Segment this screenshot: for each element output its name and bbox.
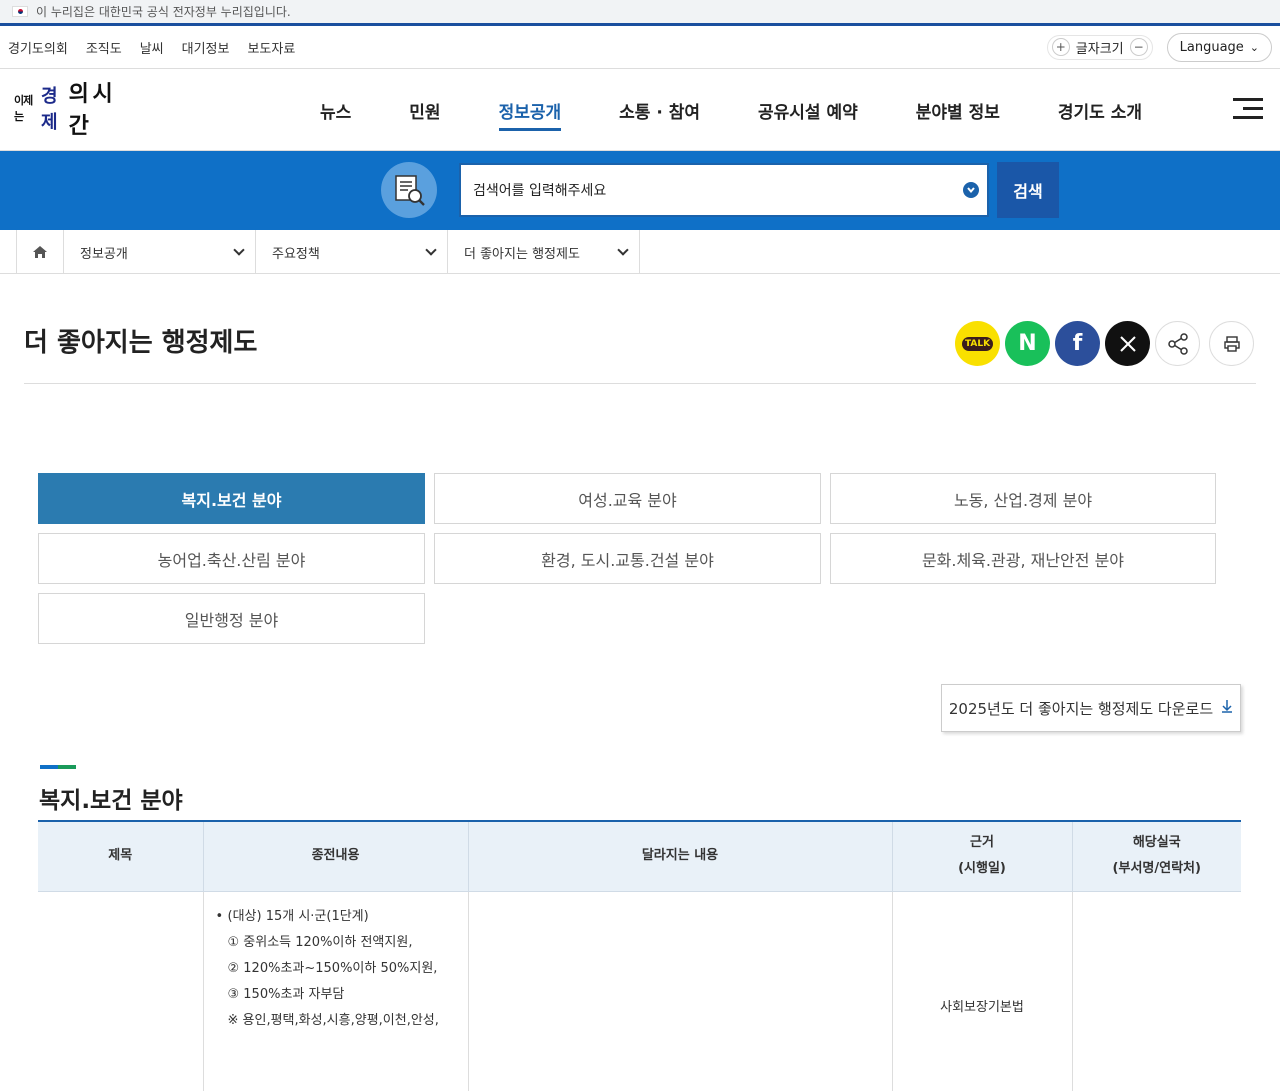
search-input[interactable]: 검색어를 입력해주세요 [459, 163, 989, 217]
search-chevron-icon[interactable] [963, 182, 979, 198]
menu-icon[interactable] [1233, 98, 1263, 120]
section-title: 복지.보건 분야 [39, 788, 183, 814]
nav-civil[interactable]: 민원 [409, 90, 440, 131]
util-link-weather[interactable]: 날씨 [140, 38, 164, 57]
cell-changes [468, 891, 893, 1091]
cell-department [1072, 891, 1241, 1091]
table-header-row: 제목 종전내용 달라지는 내용 근거 (시행일) 해당실국 (부서명/연락처) [38, 821, 1241, 892]
policy-table: 제목 종전내용 달라지는 내용 근거 (시행일) 해당실국 (부서명/연락처) … [38, 820, 1241, 1091]
cell-previous: (대상) 15개 시·군(1단계) ① 중위소득 120%이하 전액지원, ② … [203, 891, 469, 1091]
download-icon [1221, 699, 1233, 717]
download-label: 2025년도 더 좋아지는 행정제도 다운로드 [948, 699, 1214, 718]
util-link-org-chart[interactable]: 조직도 [86, 38, 122, 57]
facebook-share-icon[interactable]: f [1055, 321, 1100, 366]
tab-labor-economy[interactable]: 노동, 산업.경제 분야 [830, 473, 1216, 524]
prev-line: ② 120%초과~150%이하 50%지원, [227, 960, 438, 976]
title-divider [24, 383, 1256, 384]
font-size-label: 글자크기 [1075, 41, 1124, 57]
site-logo[interactable]: 이제는 경제 의 시간 [14, 79, 126, 139]
chevron-down-icon [233, 244, 245, 256]
nav-about-gyeonggi[interactable]: 경기도 소개 [1058, 90, 1142, 131]
naver-share-icon[interactable]: N [1005, 321, 1050, 366]
prev-line: (대상) 15개 시·군(1단계) [216, 904, 458, 930]
download-button[interactable]: 2025년도 더 좋아지는 행정제도 다운로드 [941, 684, 1241, 732]
col-header-dept-line1: 해당실국 [1132, 835, 1181, 851]
print-icon[interactable] [1209, 321, 1254, 366]
kakaotalk-share-icon[interactable]: TALK [955, 321, 1000, 366]
gov-banner: 이 누리집은 대한민국 공식 전자정부 누리집입니다. [0, 0, 1280, 26]
document-search-icon [381, 162, 437, 218]
col-header-department: 해당실국 (부서명/연락처) [1072, 821, 1241, 892]
breadcrumb-item-info[interactable]: 정보공개 [64, 230, 256, 274]
prev-line: ① 중위소득 120%이하 전액지원, [227, 934, 413, 950]
util-link-council[interactable]: 경기도의회 [8, 38, 68, 57]
breadcrumb-label: 더 좋아지는 행정제도 [464, 246, 580, 262]
tab-agriculture[interactable]: 농어업.축산.산림 분야 [38, 533, 425, 584]
col-header-changes: 달라지는 내용 [468, 821, 893, 892]
search-button[interactable]: 검색 [997, 162, 1059, 218]
chevron-down-icon [425, 244, 437, 256]
nav-field-info[interactable]: 분야별 정보 [916, 90, 1000, 131]
site-header: 이제는 경제 의 시간 뉴스 민원 정보공개 소통 · 참여 공유시설 예약 분… [0, 69, 1280, 151]
nav-news[interactable]: 뉴스 [320, 90, 351, 131]
search-band: 검색어를 입력해주세요 검색 [0, 151, 1280, 230]
tab-environment-urban[interactable]: 환경, 도시.교통.건설 분야 [434, 533, 821, 584]
cell-title [38, 891, 204, 1091]
home-icon[interactable] [16, 230, 64, 274]
col-header-previous: 종전내용 [203, 821, 469, 892]
nav-communication[interactable]: 소통 · 참여 [619, 90, 700, 131]
search-placeholder: 검색어를 입력해주세요 [473, 183, 607, 199]
chevron-down-icon: ⌄ [1249, 40, 1259, 54]
language-button[interactable]: Language ⌄ [1166, 32, 1272, 62]
breadcrumb-label: 주요정책 [272, 246, 320, 262]
cell-basis: 사회보장기본법 [892, 891, 1073, 1091]
breadcrumb-label: 정보공개 [80, 246, 128, 262]
x-share-icon[interactable] [1105, 321, 1150, 366]
logo-text-3: 의 시간 [68, 82, 113, 139]
breadcrumb-item-admin[interactable]: 더 좋아지는 행정제도 [448, 230, 640, 274]
prev-line: ※ 용인,평택,화성,시흥,양평,이천,안성, [227, 1012, 439, 1028]
logo-text-2: 경제 [41, 86, 58, 133]
tab-women-education[interactable]: 여성.교육 분야 [434, 473, 821, 524]
col-header-dept-line2: (부서명/연락처) [1112, 861, 1201, 877]
language-label: Language [1179, 39, 1244, 55]
util-link-press[interactable]: 보도자료 [247, 38, 295, 57]
utility-links: 경기도의회 조직도 날씨 대기정보 보도자료 [8, 38, 295, 57]
gov-banner-text: 이 누리집은 대한민국 공식 전자정부 누리집입니다. [36, 5, 291, 19]
tab-welfare-health[interactable]: 복지.보건 분야 [38, 473, 425, 524]
chevron-down-icon [617, 244, 629, 256]
font-decrease-icon[interactable]: − [1129, 38, 1148, 56]
col-header-basis-line2: (시행일) [958, 861, 1006, 877]
share-icon[interactable] [1155, 321, 1200, 366]
main-nav: 뉴스 민원 정보공개 소통 · 참여 공유시설 예약 분야별 정보 경기도 소개 [320, 69, 1142, 151]
col-header-basis: 근거 (시행일) [892, 821, 1073, 892]
tab-culture-safety[interactable]: 문화.체육.관광, 재난안전 분야 [830, 533, 1216, 584]
basis-text: 사회보장기본법 [940, 999, 1024, 1015]
section-accent-bar [40, 765, 76, 769]
breadcrumb: 정보공개 주요정책 더 좋아지는 행정제도 [0, 230, 1280, 274]
font-increase-icon[interactable]: + [1051, 38, 1070, 56]
share-buttons: TALK N f [955, 321, 1254, 366]
prev-line: ③ 150%초과 자부담 [227, 986, 345, 1002]
page-title: 더 좋아지는 행정제도 [24, 328, 258, 358]
col-header-basis-line1: 근거 [970, 835, 994, 851]
tab-general-admin[interactable]: 일반행정 분야 [38, 593, 425, 644]
logo-text-1: 이제는 [14, 94, 33, 123]
table-row: (대상) 15개 시·군(1단계) ① 중위소득 120%이하 전액지원, ② … [38, 891, 1241, 1091]
nav-info-disclosure[interactable]: 정보공개 [498, 90, 561, 131]
nav-facility-reservation[interactable]: 공유시설 예약 [758, 90, 858, 131]
korean-flag-icon [12, 6, 28, 17]
col-header-title: 제목 [38, 821, 204, 892]
utility-bar: 경기도의회 조직도 날씨 대기정보 보도자료 + 글자크기 − Language… [0, 26, 1280, 69]
util-link-air-quality[interactable]: 대기정보 [182, 38, 230, 57]
utility-right: + 글자크기 − Language ⌄ [1046, 32, 1272, 62]
breadcrumb-item-policy[interactable]: 주요정책 [256, 230, 448, 274]
font-size-control: + 글자크기 − [1046, 34, 1153, 60]
